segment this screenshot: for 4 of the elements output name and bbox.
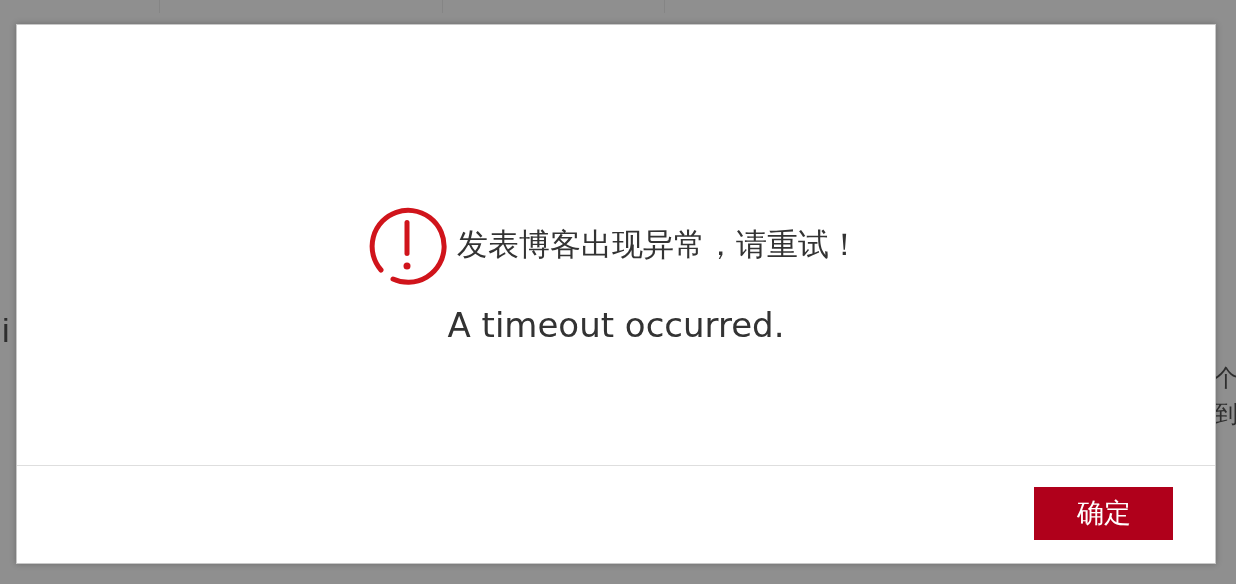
error-message: 发表博客出现异常，请重试！	[456, 226, 860, 265]
error-detail: A timeout occurred.	[447, 303, 785, 347]
confirm-button[interactable]: 确定	[1034, 487, 1173, 540]
background-text: i	[2, 310, 10, 347]
